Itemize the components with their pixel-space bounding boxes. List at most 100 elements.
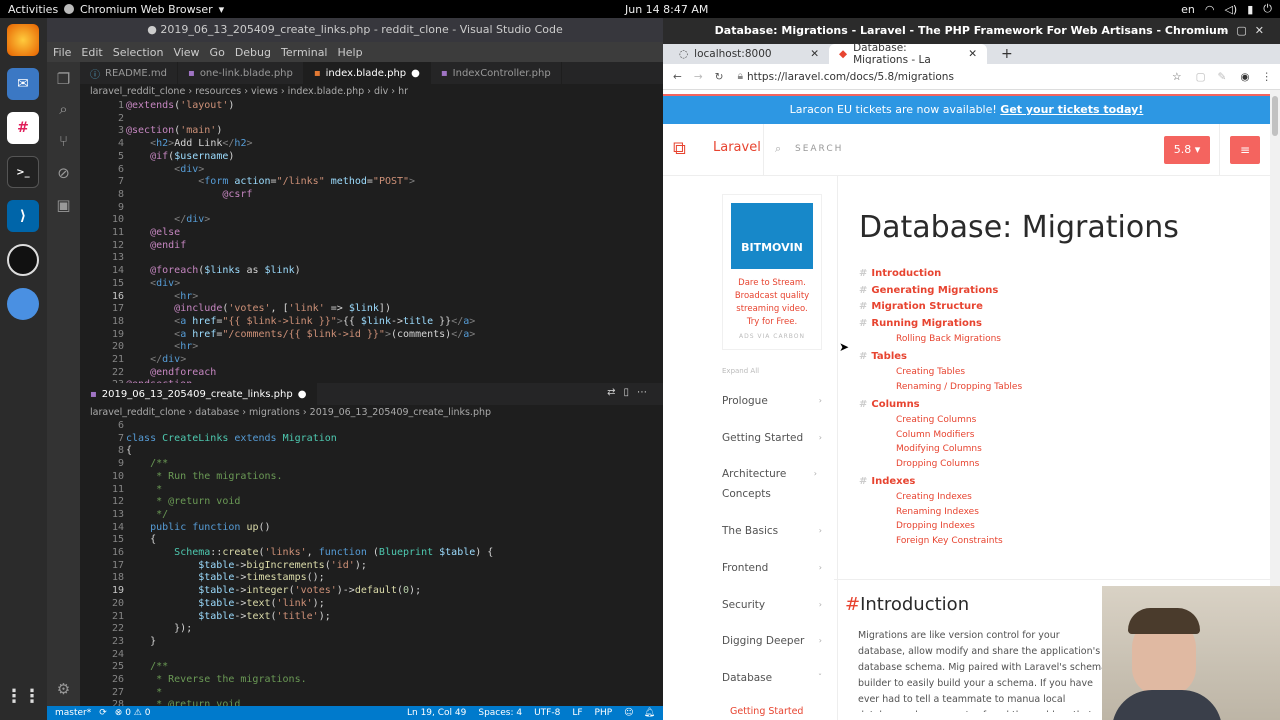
clock[interactable]: Jun 14 8:47 AM (625, 3, 708, 16)
search-input[interactable]: SEARCH (795, 144, 843, 154)
toc-subitem[interactable]: Creating Tables (896, 367, 965, 377)
app-menu[interactable]: Chromium Web Browser ▾ (64, 3, 224, 16)
version-select[interactable]: 5.8 ▾ (1164, 136, 1210, 164)
notifications-icon[interactable]: 🔔︎ (644, 708, 655, 718)
toc-subitem[interactable]: Creating Columns (896, 415, 976, 425)
chromium-dock-icon[interactable] (7, 288, 39, 320)
toc-item[interactable]: # Running Migrations (859, 318, 982, 329)
nav-security[interactable]: Security › (722, 595, 822, 615)
tab-index-controller[interactable]: ▪ IndexController.php (431, 62, 562, 84)
toc-subitem[interactable]: Dropping Columns (896, 459, 979, 469)
settings-gear-icon[interactable]: ⚙ (53, 680, 74, 701)
toc-item[interactable]: # Columns (859, 399, 920, 410)
menu-debug[interactable]: Debug (235, 46, 271, 59)
toc-subitem[interactable]: Modifying Columns (896, 444, 982, 454)
system-tray[interactable]: en ◠ ◁) ▮ ⏻ (1181, 2, 1272, 16)
toc-link[interactable]: Columns (871, 399, 919, 410)
laravel-logo-icon[interactable]: ⧉ (673, 138, 686, 159)
thunderbird-icon[interactable]: ✉ (7, 68, 39, 100)
toc-subitem[interactable]: Creating Indexes (896, 492, 972, 502)
slack-icon[interactable]: # (7, 112, 39, 144)
menu-help[interactable]: Help (338, 46, 363, 59)
nav-frontend[interactable]: Frontend › (722, 558, 822, 578)
vscode-icon[interactable]: ⟩ (7, 200, 39, 232)
bookmark-star-icon[interactable]: ☆ (1172, 71, 1181, 83)
firefox-icon[interactable] (7, 24, 39, 56)
profile-icon[interactable]: ◉ (1240, 71, 1249, 83)
new-tab-button[interactable]: + (991, 44, 1023, 64)
tab-one-link[interactable]: ▪ one-link.blade.php (178, 62, 304, 84)
feedback-icon[interactable]: ☺ (624, 708, 633, 718)
ad-image[interactable]: BITMOVIN (731, 203, 813, 269)
editor-actions[interactable]: ⇄▯⋯ (607, 387, 655, 398)
extensions-icon[interactable]: ▣ (53, 196, 74, 217)
toc-link[interactable]: Introduction (871, 268, 941, 279)
tab-readme[interactable]: ⓘ README.md (80, 62, 179, 84)
tab-index-blade[interactable]: ▪ index.blade.php ● (303, 62, 431, 84)
toc-item[interactable]: # Introduction (859, 268, 941, 279)
back-icon[interactable]: ← (673, 71, 682, 83)
nav-database[interactable]: Database ˇ (722, 668, 822, 688)
toc-link[interactable]: Tables (871, 351, 907, 362)
obs-icon[interactable] (7, 244, 39, 276)
toc-link[interactable]: Indexes (871, 476, 915, 487)
nav-sub-getting-started[interactable]: Getting Started (730, 706, 803, 717)
close-tab-icon[interactable]: ✕ (968, 48, 977, 60)
menu-icon[interactable]: ⋮ (1262, 71, 1273, 83)
toc-item[interactable]: # Tables (859, 351, 907, 362)
editor-pane-bottom[interactable]: 6 7 8 9 10 11 12 13 14 15 16 17 18 19 20 21 22 23 24 25 26 27… (80, 421, 663, 706)
toc-item[interactable]: # Migration Structure (859, 301, 983, 312)
close-icon[interactable]: ● (411, 68, 420, 79)
terminal-icon[interactable]: >_ (7, 156, 39, 188)
problems-count[interactable]: ⊗ 0 ⚠ 0 (115, 708, 151, 718)
toc-subitem[interactable]: Foreign Key Constraints (896, 536, 1003, 546)
toc-subitem[interactable]: Rolling Back Migrations (896, 334, 1001, 344)
eol[interactable]: LF (572, 708, 582, 718)
unsaved-dot-icon[interactable]: ● (298, 389, 307, 400)
nav-the-basics[interactable]: The Basics › (722, 521, 822, 541)
search-icon[interactable]: ⌕ (53, 100, 74, 121)
nav-architecture-concepts[interactable]: Architecture Concepts › (722, 464, 817, 504)
menu-view[interactable]: View (173, 46, 199, 59)
address-bar[interactable]: https://laravel.com/docs/5.8/migrations (747, 71, 954, 83)
toc-subitem[interactable]: Renaming / Dropping Tables (896, 382, 1022, 392)
browser-tab-localhost[interactable]: ◌ localhost:8000 ✕ (669, 44, 829, 64)
menu-go[interactable]: Go (210, 46, 225, 59)
nav-getting-started[interactable]: Getting Started › (722, 428, 822, 448)
menu-edit[interactable]: Edit (81, 46, 102, 59)
ad-via[interactable]: ADS VIA CARBON (723, 333, 821, 340)
encoding[interactable]: UTF-8 (534, 708, 560, 718)
toc-subitem[interactable]: Column Modifiers (896, 430, 974, 440)
carbon-ad[interactable]: BITMOVIN Dare to Stream. Broadcast quali… (722, 194, 822, 350)
editor-pane-top[interactable]: 1234567891011121314151617181920212223 @e… (80, 100, 663, 383)
tab-create-links[interactable]: ▪ 2019_06_13_205409_create_links.php ● (80, 383, 318, 405)
ad-text[interactable]: Dare to Stream. Broadcast quality stream… (723, 277, 821, 329)
logo-text[interactable]: Laravel (713, 140, 761, 155)
banner-link[interactable]: Get your tickets today! (1000, 103, 1143, 116)
breadcrumb[interactable]: laravel_reddit_clone › resources › views… (80, 84, 663, 100)
activities-button[interactable]: Activities (8, 3, 58, 16)
toc-item[interactable]: # Generating Migrations (859, 285, 998, 296)
anchor-hash[interactable]: # (845, 594, 860, 615)
nav-digging-deeper[interactable]: Digging Deeper › (722, 631, 822, 651)
hamburger-menu-icon[interactable]: ≡ (1230, 136, 1260, 164)
menu-file[interactable]: File (53, 46, 71, 59)
language-mode[interactable]: PHP (595, 708, 613, 718)
debug-icon[interactable]: ⊘ (53, 164, 74, 185)
toc-subitem[interactable]: Renaming Indexes (896, 507, 979, 517)
close-tab-icon[interactable]: ✕ (810, 48, 819, 60)
explorer-icon[interactable]: ❐ (53, 70, 74, 91)
git-branch[interactable]: master* (55, 708, 91, 718)
window-controls[interactable]: –▢✕ (1223, 24, 1272, 37)
forward-icon[interactable]: → (694, 71, 703, 83)
toc-item[interactable]: # Indexes (859, 476, 915, 487)
extension-icon[interactable]: ▢ (1196, 71, 1206, 83)
nav-prologue[interactable]: Prologue › (722, 391, 822, 411)
toc-link[interactable]: Running Migrations (871, 318, 982, 329)
extension-icon[interactable]: ✎ (1218, 71, 1227, 83)
menu-selection[interactable]: Selection (113, 46, 164, 59)
indentation[interactable]: Spaces: 4 (478, 708, 522, 718)
breadcrumb[interactable]: laravel_reddit_clone › database › migrat… (80, 405, 663, 421)
browser-tab-laravel[interactable]: ◆ Database: Migrations - La ✕ (829, 42, 987, 66)
sync-icon[interactable]: ⟳ (99, 708, 107, 718)
